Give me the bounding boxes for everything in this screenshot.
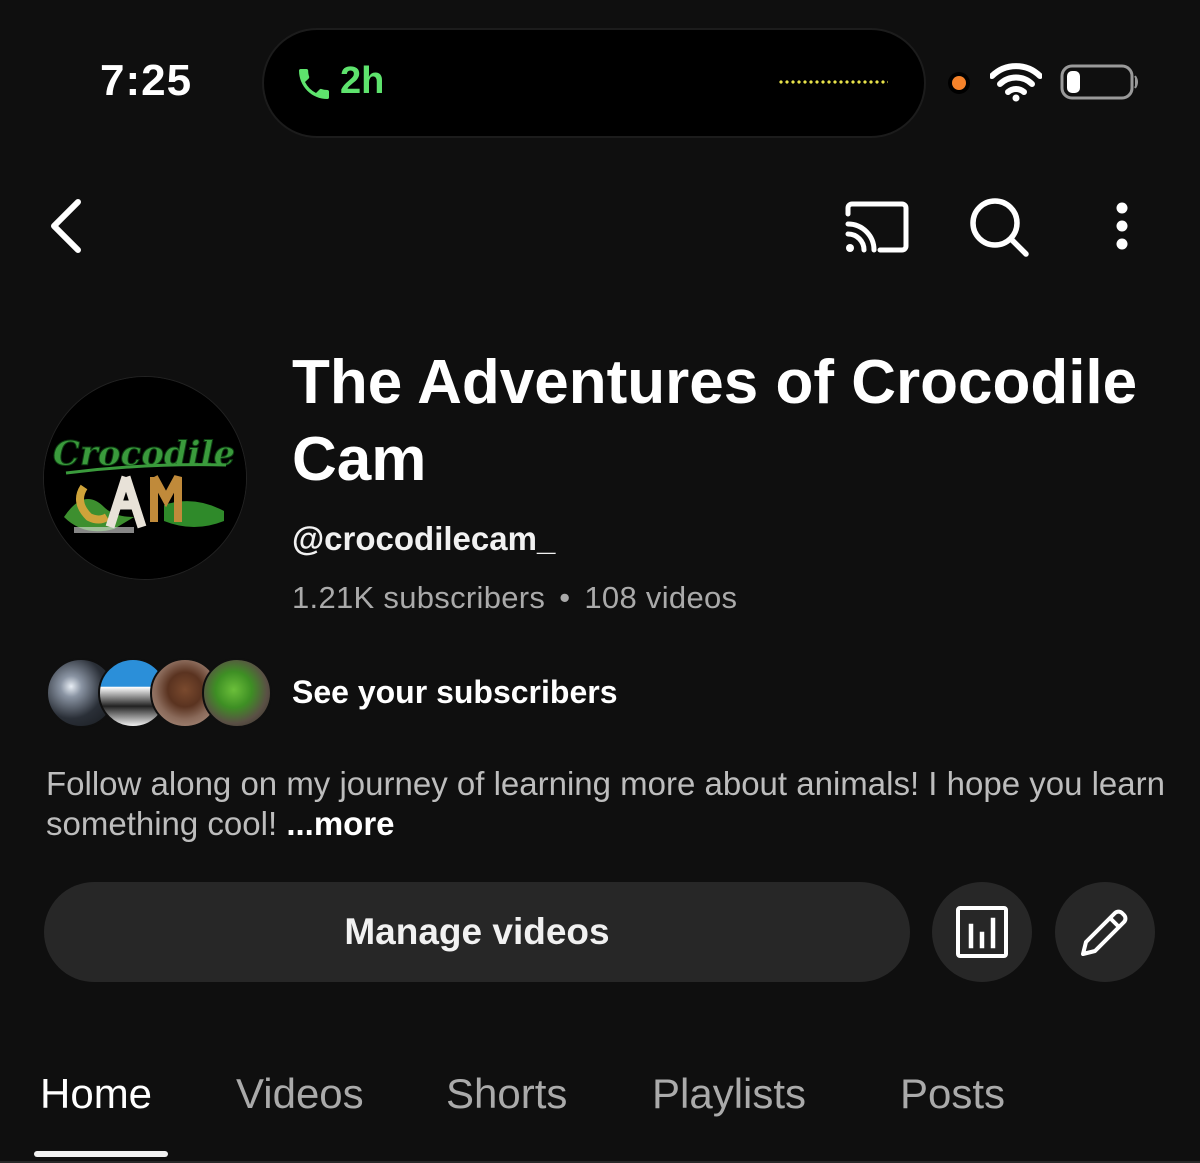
battery-icon: [1060, 64, 1138, 100]
avatar-logo-text: Crocodile: [53, 434, 235, 474]
call-duration: 2h: [340, 60, 385, 102]
more-link[interactable]: ...more: [286, 805, 394, 842]
tab-posts[interactable]: Posts: [900, 1070, 1005, 1118]
description-text: Follow along on my journey of learning m…: [46, 765, 1165, 842]
tab-home[interactable]: Home: [40, 1070, 152, 1118]
channel-handle: @crocodilecam_: [292, 520, 556, 557]
channel-avatar[interactable]: Crocodile: [44, 377, 246, 579]
subscriber-count: 1.21K subscribers: [292, 580, 546, 615]
video-count: 108 videos: [584, 580, 738, 615]
stats-separator: •: [559, 580, 571, 615]
more-vert-icon[interactable]: [1108, 200, 1136, 252]
search-icon[interactable]: [968, 196, 1030, 258]
see-subscribers-link[interactable]: See your subscribers: [292, 674, 617, 711]
tab-shorts[interactable]: Shorts: [446, 1070, 567, 1118]
channel-stats: 1.21K subscribers • 108 videos: [292, 580, 737, 616]
wifi-icon: [990, 63, 1042, 102]
subscriber-avatar: [202, 658, 272, 728]
analytics-button[interactable]: [932, 882, 1032, 982]
audio-wave-indicator: [778, 79, 888, 85]
back-icon[interactable]: [44, 196, 88, 256]
edit-channel-button[interactable]: [1055, 882, 1155, 982]
active-tab-indicator: [34, 1151, 168, 1157]
analytics-icon: [956, 906, 1008, 958]
tab-playlists[interactable]: Playlists: [652, 1070, 806, 1118]
subscriber-avatars[interactable]: [46, 658, 272, 728]
channel-description[interactable]: Follow along on my journey of learning m…: [46, 764, 1166, 844]
channel-tabs: Home Videos Shorts Playlists Posts: [0, 1066, 1200, 1163]
status-time: 7:25: [100, 56, 193, 105]
cast-icon[interactable]: [844, 200, 910, 254]
tab-videos[interactable]: Videos: [236, 1070, 364, 1118]
edit-pencil-icon: [1081, 909, 1128, 956]
manage-videos-button[interactable]: Manage videos: [44, 882, 910, 982]
recording-indicator-dot: [948, 72, 970, 94]
channel-title: The Adventures of Crocodile Cam: [292, 348, 1138, 494]
phone-icon: [299, 69, 329, 99]
